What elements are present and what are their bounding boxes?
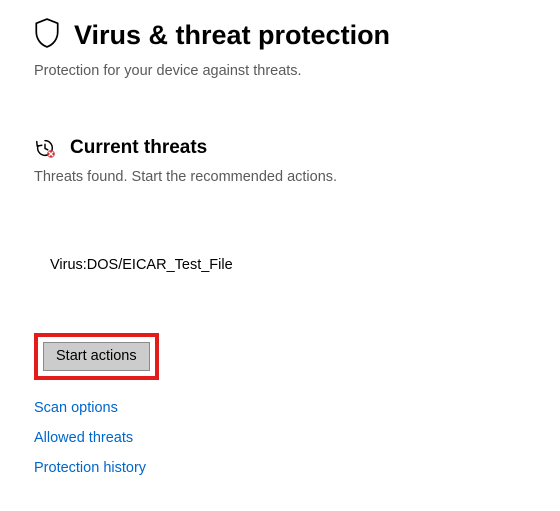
links-group: Scan options Allowed threats Protection …	[34, 400, 528, 476]
shield-icon	[34, 18, 60, 53]
allowed-threats-link[interactable]: Allowed threats	[34, 430, 528, 446]
protection-history-link[interactable]: Protection history	[34, 460, 528, 476]
page-subtitle: Protection for your device against threa…	[34, 63, 528, 79]
start-actions-highlight: Start actions	[34, 333, 159, 380]
threat-name: Virus:DOS/EICAR_Test_File	[50, 257, 233, 273]
section-header: Current threats	[34, 137, 528, 159]
page-title: Virus & threat protection	[74, 20, 390, 51]
page-header: Virus & threat protection	[34, 18, 528, 53]
scan-options-link[interactable]: Scan options	[34, 400, 528, 416]
section-subtitle: Threats found. Start the recommended act…	[34, 169, 528, 185]
history-alert-icon	[34, 137, 56, 159]
start-actions-button[interactable]: Start actions	[43, 342, 150, 371]
section-title: Current threats	[70, 137, 207, 159]
threat-item[interactable]: Virus:DOS/EICAR_Test_File	[50, 257, 528, 273]
current-threats-section: Current threats Threats found. Start the…	[34, 137, 528, 476]
